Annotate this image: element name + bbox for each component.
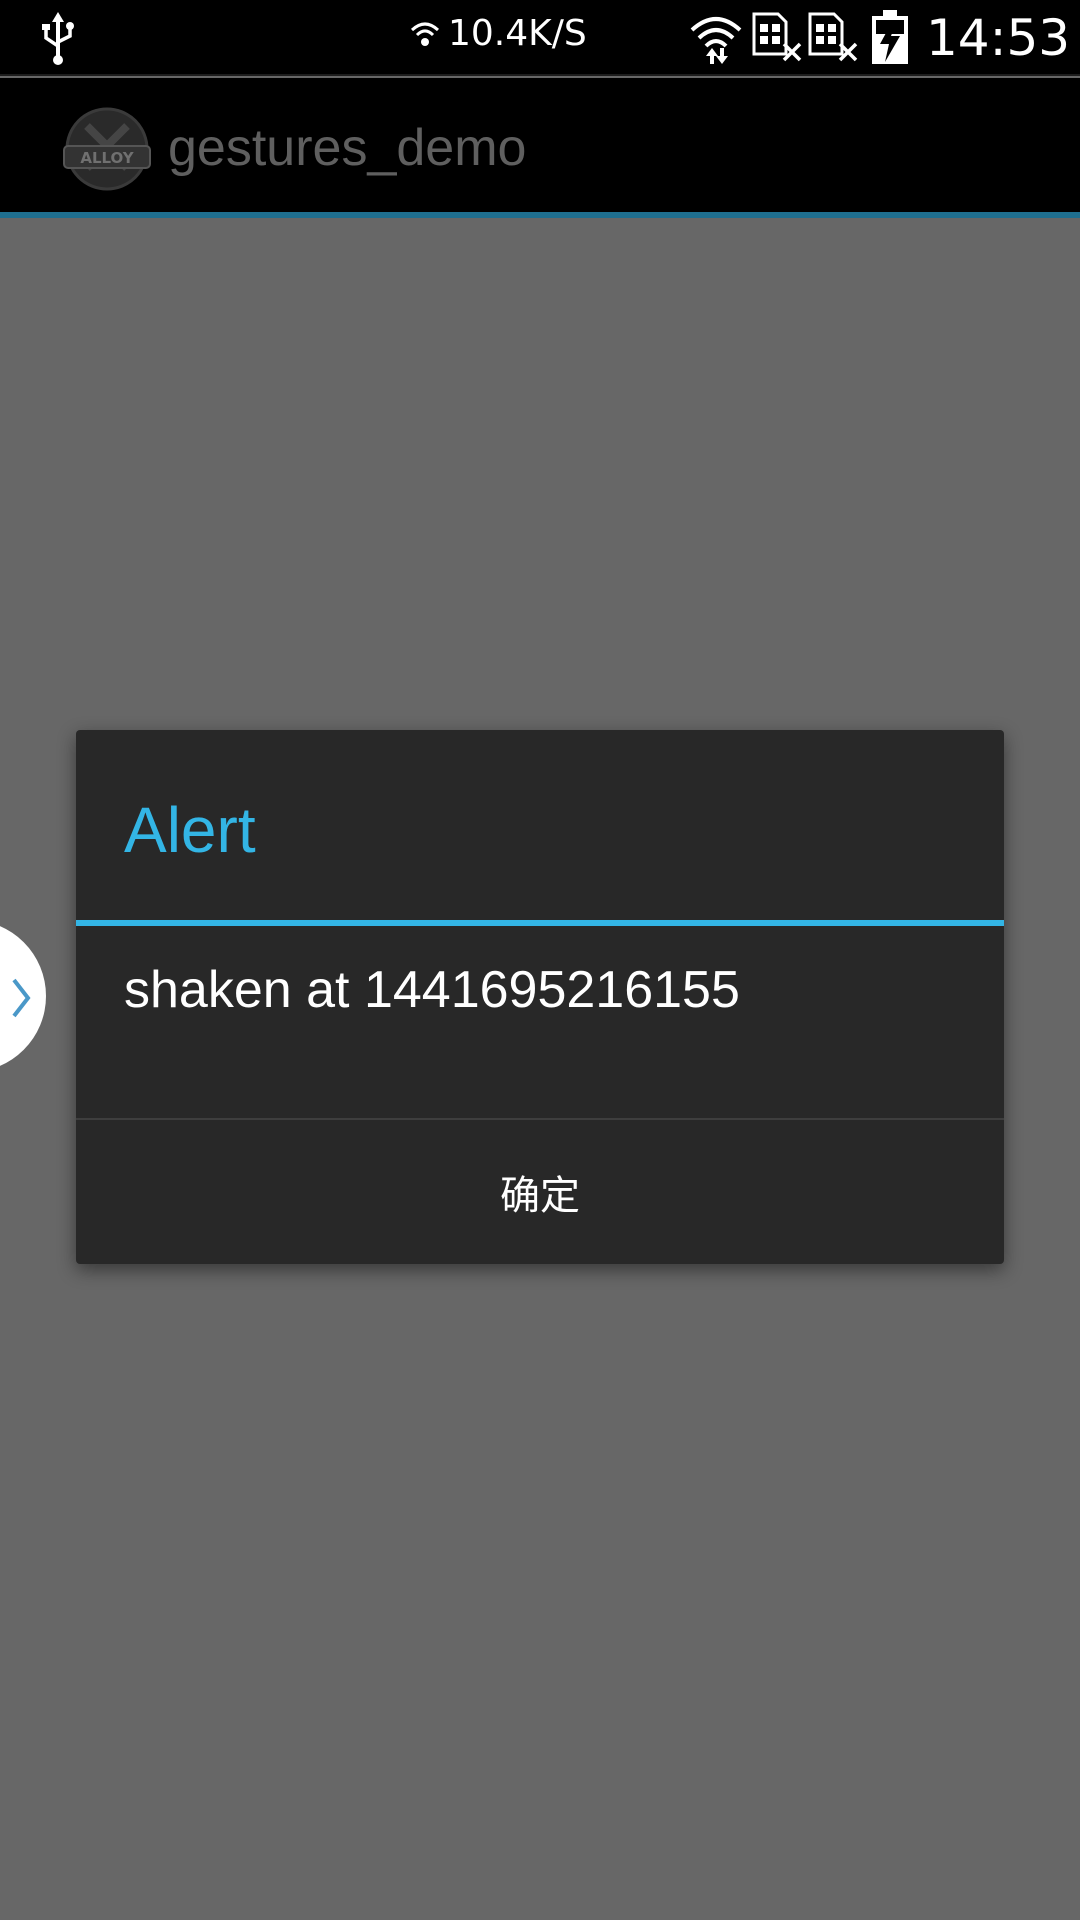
drawer-handle[interactable] — [0, 920, 46, 1072]
action-bar-divider — [0, 212, 1080, 218]
action-bar: ALLOY gestures_demo — [0, 78, 1080, 218]
svg-text:ALLOY: ALLOY — [80, 149, 134, 167]
sim-card-no-service-icon — [752, 12, 802, 62]
dialog-title: Alert — [124, 794, 256, 866]
sim-card-no-service-icon — [808, 12, 858, 62]
chevron-right-icon — [12, 978, 31, 1018]
battery-charging-icon — [872, 10, 908, 64]
network-activity-wifi-icon — [410, 22, 440, 46]
alloy-app-logo[interactable]: ALLOY — [62, 106, 152, 192]
dialog-message: shaken at 1441695216155 — [124, 961, 740, 1019]
dialog-title-divider — [76, 920, 1004, 926]
status-clock: 14:53 — [926, 9, 1071, 67]
ok-button[interactable]: 确定 — [76, 1120, 1004, 1264]
usb-icon — [42, 12, 74, 65]
alert-dialog: Alert shaken at 1441695216155 确定 — [76, 730, 1004, 1264]
app-title: gestures_demo — [168, 119, 527, 177]
status-bar: 10.4K/S 14:53 — [0, 0, 1080, 76]
network-speed: 10.4K/S — [448, 13, 587, 54]
wifi-signal-icon — [690, 17, 742, 64]
